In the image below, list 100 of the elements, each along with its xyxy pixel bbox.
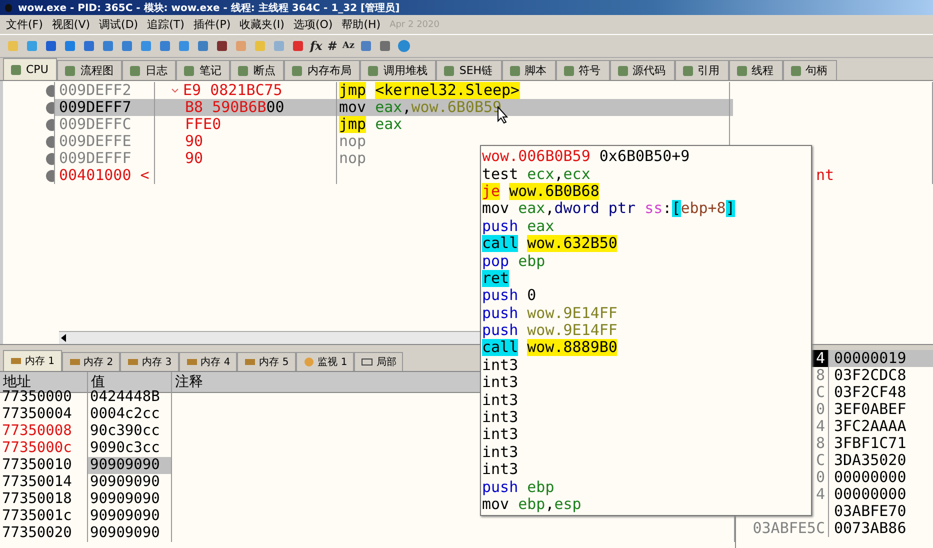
tab-icon [736,64,748,76]
code-line: je wow.6B0B68 [482,182,600,200]
code-line: mov ebp,esp [482,496,582,513]
stack-value: 00000000 [833,469,908,486]
machine-code: B8 590B6B00 [185,99,284,116]
stack-value: 3EF0ABEF [833,401,908,418]
comment-text: nt [816,167,834,184]
tab[interactable]: 流程图 [57,60,122,80]
tab-icon [790,64,802,76]
menu-item[interactable]: 文件(F) [6,17,43,32]
tab-icon [616,64,629,76]
tab[interactable]: 脚本 [502,60,556,80]
variable-icon [361,357,374,367]
address-cell: 77350000 [0,389,88,406]
memory-icon [186,357,198,367]
font-button[interactable]: Az [342,41,354,51]
address-cell: 77350008 [0,423,88,440]
code-line: push wow.9E14FF [482,304,618,322]
address-cell: 77350004 [0,406,88,423]
stack-value: 03ABFE70 [833,503,908,520]
tab[interactable]: 调用堆栈 [360,60,436,80]
value-cell: 0424448B [88,389,172,406]
tab[interactable]: 句柄 [782,60,837,80]
memory-icon [244,357,256,367]
instruction-text: nop [339,150,366,167]
code-line: int3 [482,392,518,409]
code-line: test ecx,ecx [482,166,590,183]
address-cell: 009DEFFE [55,133,155,150]
tab[interactable]: 日志 [122,60,176,80]
address-cell: 009DEFFF [55,150,155,167]
tab[interactable]: SEH链 [436,60,502,80]
value-cell: 90909090 [88,474,172,491]
tab[interactable]: 监视 1 [296,352,354,371]
address-cell: 77350020 [0,525,88,542]
menu-item[interactable]: 选项(O) [293,17,333,32]
instruction-text: jmp <kernel32.Sleep> [339,82,520,99]
stack-value: 00000019 [829,350,933,367]
value-cell: 90909090 [88,457,172,474]
instruction-text: jmp eax [339,116,402,133]
memory-icon [10,356,22,366]
tab-icon [562,64,575,76]
code-line: int3 [482,426,518,444]
tab[interactable]: 内存布局 [284,60,360,80]
function-button[interactable]: fx [310,39,322,53]
stack-value: 0073AB86 [833,520,908,537]
value-cell: 90909090 [88,525,172,542]
code-line: push ebp [482,478,554,496]
tab[interactable]: 线程 [728,60,783,80]
tab-icon [291,64,304,76]
tab[interactable]: 内存 1 [3,350,62,371]
value-cell: 90909090 [88,491,172,508]
address-cell: 77350018 [0,491,88,508]
tab-icon [443,64,456,76]
tab[interactable]: 内存 2 [62,352,120,371]
menu-item[interactable]: 插件(P) [193,17,231,32]
menu-item[interactable]: 追踪(T) [147,17,184,32]
tab[interactable]: CPU [3,58,58,80]
tab[interactable]: 内存 3 [120,352,179,371]
tab-icon [64,64,76,76]
tab[interactable]: 源代码 [610,60,675,80]
instruction-text: nop [339,133,366,150]
tab-icon [129,64,142,76]
stack-address: 03ABFE5C [736,520,829,537]
machine-code: 90 [185,133,204,150]
tab-icon [682,64,694,76]
tab[interactable]: 局部 [354,352,404,371]
code-line: call wow.632B50 [482,235,618,252]
value-cell: 90909090 [88,508,172,525]
tab[interactable]: 断点 [230,60,284,80]
menu-item[interactable]: 调试(D) [99,17,138,32]
tab[interactable]: 引用 [674,60,729,80]
hash-button[interactable]: # [327,39,338,53]
tab-icon [183,64,196,76]
value-cell: 0004c2cc [88,406,172,423]
address-cell: 77350014 [0,474,88,491]
memory-icon [68,357,81,367]
address-cell: 00401000 < [55,167,155,184]
address-cell: 009DEFF7 [55,99,155,116]
code-line: int3 [482,409,518,426]
stack-value: 03F2CF48 [833,384,908,401]
code-line: int3 [482,444,518,461]
code-line: int3 [482,356,518,374]
instruction-text: mov eax,wow.6B0B59 [339,99,502,116]
tab[interactable]: 内存 4 [178,352,238,371]
code-line: call wow.8889B0 [482,339,618,356]
stack-value: 3FC2AAAA [833,418,908,435]
tab[interactable]: 符号 [556,60,610,80]
tab-icon [508,64,521,76]
tab[interactable]: 内存 5 [237,352,296,371]
address-cell: 009DEFF2 [55,82,155,99]
address-cell: 7735000c [0,440,88,457]
tab-icon [367,64,380,76]
menu-item[interactable]: 帮助(H) [342,17,381,32]
stack-value: 03F2CDC8 [833,367,908,384]
address-cell: 009DEFFC [55,116,155,133]
code-line: int3 [482,374,518,392]
menu-item[interactable]: 视图(V) [52,17,90,32]
tab[interactable]: 笔记 [176,60,230,80]
stack-value: 3DA35020 [833,452,908,469]
menu-item[interactable]: 收藏夹(I) [240,17,284,32]
